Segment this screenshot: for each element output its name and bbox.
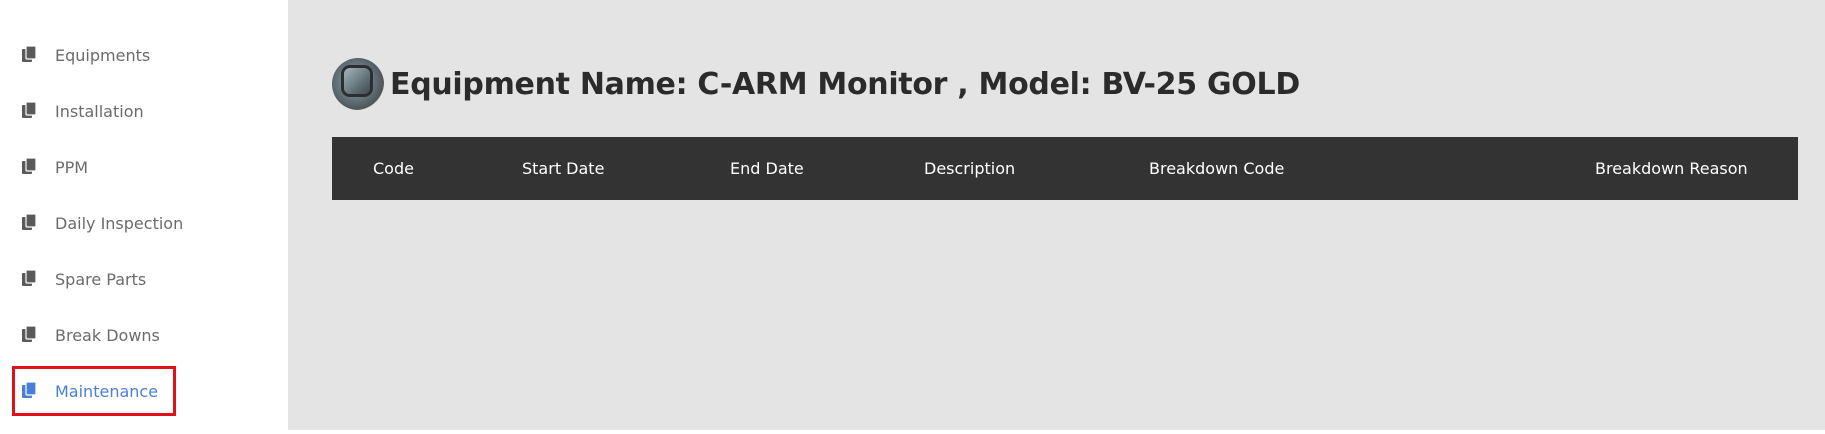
column-header-breakdown-code[interactable]: Breakdown Code	[1149, 137, 1284, 200]
copy-icon	[22, 381, 38, 400]
sidebar-item-label: Installation	[55, 101, 144, 121]
copy-icon	[22, 213, 38, 232]
sidebar-item-maintenance[interactable]: Maintenance	[12, 366, 176, 416]
sidebar-item-daily-inspection[interactable]: Daily Inspection	[13, 199, 183, 247]
page-title: Equipment Name: C-ARM Monitor , Model: B…	[390, 66, 1300, 102]
column-header-description[interactable]: Description	[924, 137, 1015, 200]
sidebar-item-label: Break Downs	[55, 325, 160, 345]
main-content: Equipment Name: C-ARM Monitor , Model: B…	[288, 0, 1825, 430]
copy-icon	[22, 101, 38, 120]
app-window: Equipments Installation PPM Daily Inspec…	[0, 0, 1825, 434]
equipment-thumbnail	[332, 58, 384, 110]
sidebar-item-label: Daily Inspection	[55, 213, 184, 233]
copy-icon	[22, 269, 38, 288]
copy-icon	[22, 45, 38, 64]
sidebar-item-spare-parts[interactable]: Spare Parts	[13, 255, 175, 303]
sidebar: Equipments Installation PPM Daily Inspec…	[0, 0, 288, 430]
copy-icon	[22, 157, 38, 176]
sidebar-item-label: Maintenance	[55, 381, 159, 401]
copy-icon	[22, 325, 38, 344]
column-header-breakdown-reason[interactable]: Breakdown Reason	[1595, 137, 1748, 200]
sidebar-item-label: PPM	[55, 157, 89, 177]
sidebar-item-installation[interactable]: Installation	[13, 87, 175, 135]
sidebar-item-equipments[interactable]: Equipments	[13, 31, 175, 79]
column-header-end-date[interactable]: End Date	[730, 137, 804, 200]
sidebar-item-label: Spare Parts	[55, 269, 147, 289]
sidebar-item-label: Equipments	[55, 45, 151, 65]
equipment-header: Equipment Name: C-ARM Monitor , Model: B…	[332, 58, 1300, 110]
monitor-icon	[344, 68, 370, 94]
maintenance-table-header: Code Start Date End Date Description Bre…	[332, 137, 1798, 200]
column-header-code[interactable]: Code	[373, 137, 414, 200]
sidebar-item-break-downs[interactable]: Break Downs	[13, 311, 175, 359]
column-header-start-date[interactable]: Start Date	[522, 137, 604, 200]
sidebar-item-ppm[interactable]: PPM	[13, 143, 175, 191]
